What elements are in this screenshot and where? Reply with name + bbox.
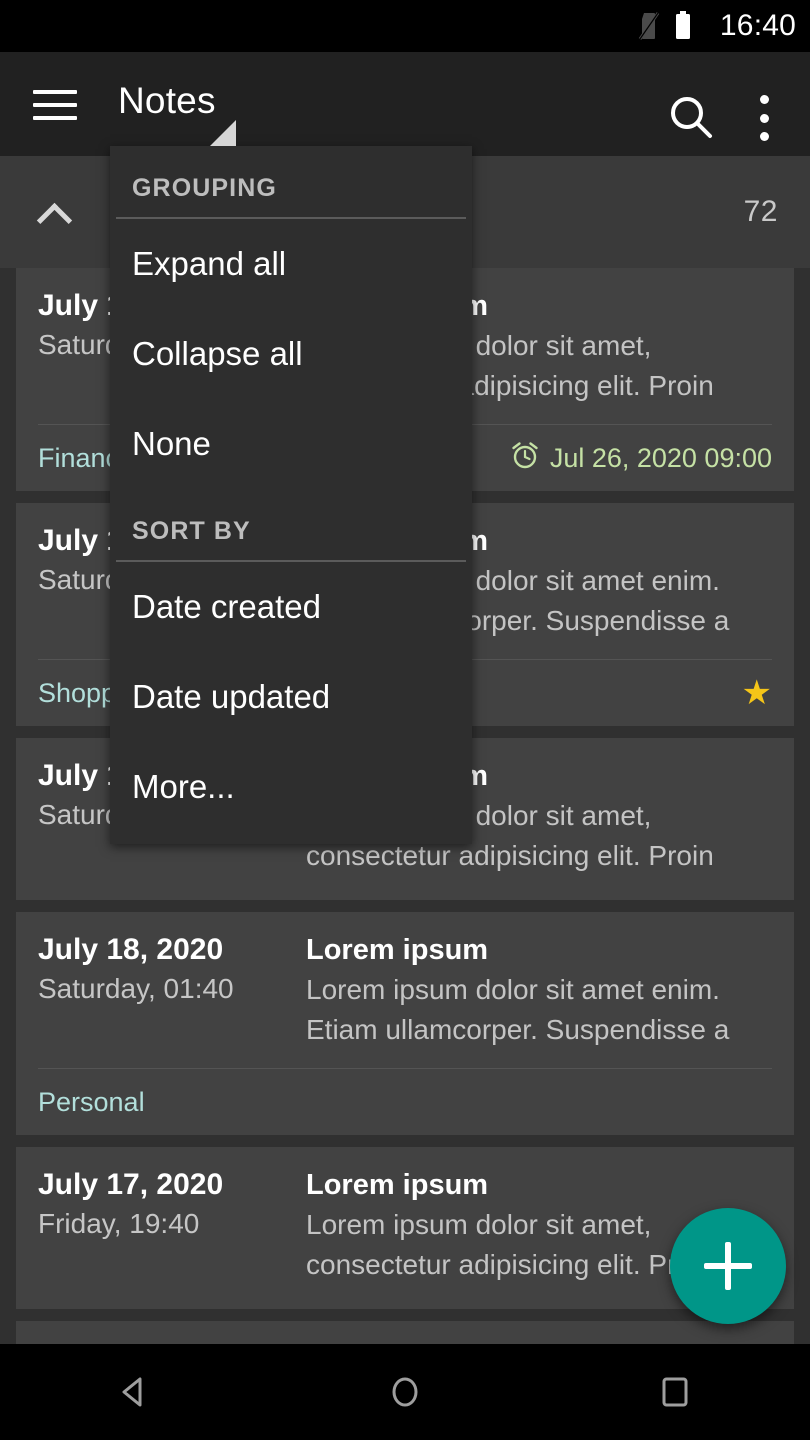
chevron-up-icon[interactable] (32, 190, 76, 234)
menu-item-expand-all[interactable]: Expand all (110, 219, 472, 309)
hamburger-menu-icon[interactable] (33, 90, 77, 120)
note-title: Lorem ipsum (306, 1169, 489, 1201)
note-card[interactable]: July 18, 2020 Saturday, 01:40 Lorem ipsum L… (16, 912, 794, 1135)
note-time: Saturday, 01:40 (38, 973, 234, 1004)
note-main: July 17, 2020 Friday, 19:40 Lorem ipsum Lor… (38, 1165, 772, 1291)
app-toolbar: Notes (0, 52, 810, 156)
note-date: July 17, 2020 (38, 1168, 224, 1201)
status-bar-icons: 16:40 (638, 9, 796, 43)
menu-item-more[interactable]: More... (110, 742, 472, 832)
status-bar: 16:40 (0, 0, 810, 52)
note-footer: Personal (38, 1068, 772, 1135)
dropdown-caret-icon (210, 120, 236, 146)
note-time: Friday, 19:40 (38, 1208, 200, 1239)
favorite-star-icon[interactable]: ★ (742, 676, 772, 710)
no-sim-icon (638, 11, 660, 41)
note-reminder: Jul 26, 2020 09:00 (510, 440, 772, 477)
search-icon[interactable] (664, 91, 718, 145)
menu-item-collapse-all[interactable]: Collapse all (110, 309, 472, 399)
group-count-badge: 72 (743, 195, 778, 228)
overflow-menu-icon[interactable] (740, 91, 788, 145)
note-text-block: Lorem ipsum Lorem ipsum dolor sit amet en… (306, 930, 772, 1056)
note-body-line: Lorem ipsum dolor sit amet enim. (306, 974, 720, 1005)
android-navigation-bar (0, 1344, 810, 1440)
menu-section-label: SORT BY (132, 517, 251, 545)
note-footer-right: Jul 26, 2020 09:00 (510, 440, 772, 477)
note-date-block: July 17, 2020 Friday, 19:40 (38, 1165, 306, 1243)
back-triangle-icon[interactable] (75, 1344, 195, 1440)
alarm-clock-icon (510, 440, 540, 477)
menu-section-label: GROUPING (132, 174, 277, 202)
menu-item-date-created[interactable]: Date created (110, 562, 472, 652)
add-note-fab[interactable] (670, 1208, 786, 1324)
recents-square-icon[interactable] (615, 1344, 735, 1440)
note-date: July 18, 2020 (38, 933, 224, 966)
grouping-sort-dropdown-menu[interactable]: GROUPING Expand all Collapse all None SORT B… (110, 146, 472, 844)
note-card[interactable]: July 17, 2020Friday, 13:40Lorem ipsumLor… (16, 1321, 794, 1344)
menu-item-none[interactable]: None (110, 399, 472, 489)
note-title: Lorem ipsum (306, 934, 489, 966)
note-reminder-text: Jul 26, 2020 09:00 (549, 442, 772, 473)
note-main: July 18, 2020 Saturday, 01:40 Lorem ipsum L… (38, 930, 772, 1056)
note-date-block: July 18, 2020 Saturday, 01:40 (38, 930, 306, 1008)
note-body-line: Etiam ullamcorper. Suspendisse a (306, 1014, 730, 1045)
battery-full-icon (674, 11, 692, 41)
note-tag[interactable]: Personal (38, 1087, 145, 1118)
status-bar-clock: 16:40 (719, 9, 796, 42)
home-circle-icon[interactable] (345, 1344, 465, 1440)
page-title[interactable]: Notes (118, 80, 216, 122)
note-footer-right: ★ (742, 676, 772, 710)
menu-item-date-updated[interactable]: Date updated (110, 652, 472, 742)
phone-screen: 16:40 Notes 72 July 18, 2020Saturday, 19… (0, 0, 810, 1440)
